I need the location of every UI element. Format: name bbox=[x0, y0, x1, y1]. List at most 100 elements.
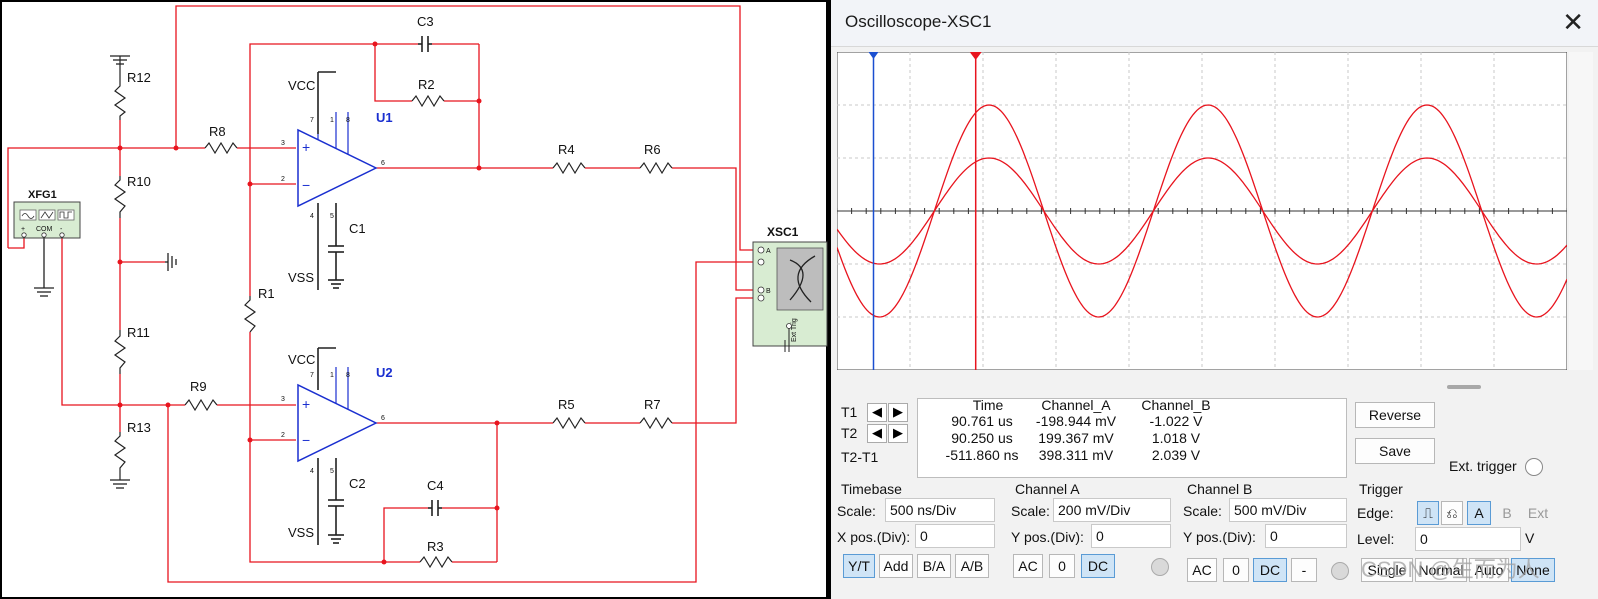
timebase-xpos-field[interactable]: 0 bbox=[915, 524, 995, 548]
trigger-level-unit: V bbox=[1525, 530, 1535, 546]
u1-pin-8: 8 bbox=[346, 117, 350, 124]
channel-b-zero-button[interactable]: 0 bbox=[1223, 558, 1249, 582]
channel-a-ground-icon[interactable] bbox=[1151, 558, 1169, 576]
u2-pin-7: 7 bbox=[310, 372, 314, 379]
label-vss-u2: VSS bbox=[288, 525, 314, 540]
svg-text:+: + bbox=[302, 139, 310, 155]
resize-grip[interactable] bbox=[1447, 385, 1481, 389]
u2-pin-6: 6 bbox=[381, 415, 385, 422]
scope-term-a: A bbox=[766, 248, 771, 255]
oscilloscope-xsc1-symbol[interactable] bbox=[752, 241, 828, 352]
t2-t1-label: T2-T1 bbox=[841, 449, 879, 465]
u1-pin-7: 7 bbox=[310, 117, 314, 124]
diff-channel-b: 2.039 V bbox=[1151, 447, 1201, 463]
u2-pin-2: 2 bbox=[281, 432, 285, 439]
ext-trigger-label: Ext. trigger bbox=[1449, 458, 1517, 474]
channel-a-dc-button[interactable]: DC bbox=[1081, 554, 1115, 578]
label-u2: U2 bbox=[376, 365, 393, 380]
u1-pin-4: 4 bbox=[310, 213, 314, 220]
trigger-title: Trigger bbox=[1359, 481, 1403, 497]
label-c3: C3 bbox=[417, 14, 434, 29]
t2-right-arrow-icon[interactable]: ▶ bbox=[888, 424, 908, 443]
t1-channel-b: -1.022 V bbox=[1149, 413, 1203, 429]
channel-b-dc-button[interactable]: DC bbox=[1253, 558, 1287, 582]
u2-pin-4: 4 bbox=[310, 468, 314, 475]
channel-b-scale-label: Scale: bbox=[1183, 503, 1222, 519]
ext-trigger-terminal[interactable] bbox=[1525, 458, 1543, 476]
u2-pin-1: 1 bbox=[330, 372, 334, 379]
u1-pin-6: 6 bbox=[381, 160, 385, 167]
label-r6: R6 bbox=[644, 142, 661, 157]
u1-pin-3: 3 bbox=[281, 140, 285, 147]
t1-left-arrow-icon[interactable]: ◀ bbox=[867, 403, 887, 422]
gen-term-com: COM bbox=[36, 226, 53, 233]
t1-time: 90.761 us bbox=[951, 413, 1013, 429]
close-icon[interactable]: ✕ bbox=[1562, 8, 1584, 36]
label-xsc1: XSC1 bbox=[767, 225, 799, 239]
label-vcc-u2: VCC bbox=[288, 352, 315, 367]
channel-b-ground-icon[interactable] bbox=[1331, 562, 1349, 580]
t2-channel-b: 1.018 V bbox=[1151, 430, 1201, 446]
scope-term-ext: Ext Trig bbox=[791, 318, 798, 342]
trigger-source-b-button[interactable]: B bbox=[1495, 501, 1519, 525]
timebase-title: Timebase bbox=[841, 481, 902, 497]
channel-a-zero-button[interactable]: 0 bbox=[1049, 554, 1075, 578]
channel-b-scale-field[interactable]: 500 mV/Div bbox=[1229, 498, 1347, 522]
gen-term-plus: + bbox=[21, 226, 25, 233]
falling-edge-icon[interactable]: ⎌ bbox=[1441, 501, 1463, 525]
channel-b-ac-button[interactable]: AC bbox=[1187, 558, 1217, 582]
scope-term-b: B bbox=[766, 288, 771, 295]
oscilloscope-window: Oscilloscope-XSC1 ✕ T1 ◀ ▶ T2 ◀ ▶ T2-T1 … bbox=[828, 0, 1598, 599]
u1-pin-5: 5 bbox=[330, 213, 334, 220]
label-r9: R9 bbox=[190, 379, 207, 394]
reverse-button[interactable]: Reverse bbox=[1355, 402, 1435, 428]
t1-channel-a: -198.944 mV bbox=[1035, 413, 1117, 429]
vertical-scrollbar[interactable] bbox=[1569, 52, 1593, 370]
t2-channel-a: 199.367 mV bbox=[1038, 430, 1114, 446]
label-r5: R5 bbox=[558, 397, 575, 412]
mode-ba-button[interactable]: B/A bbox=[917, 554, 951, 578]
mode-add-button[interactable]: Add bbox=[879, 554, 913, 578]
channel-b-invert-button[interactable]: - bbox=[1291, 558, 1317, 582]
label-c4: C4 bbox=[427, 478, 444, 493]
timebase-scale-field[interactable]: 500 ns/Div bbox=[885, 498, 995, 522]
trigger-level-field[interactable]: 0 bbox=[1415, 527, 1521, 551]
label-xfg1: XFG1 bbox=[28, 189, 57, 201]
timebase-xpos-label: X pos.(Div): bbox=[837, 529, 911, 545]
measurement-table: Time Channel_A Channel_B 90.761 us -198.… bbox=[917, 397, 1347, 478]
t2-time: 90.250 us bbox=[951, 430, 1013, 446]
trigger-level-label: Level: bbox=[1357, 531, 1395, 547]
label-r8: R8 bbox=[209, 124, 226, 139]
channel-a-ac-button[interactable]: AC bbox=[1013, 554, 1043, 578]
channel-b-ypos-field[interactable]: 0 bbox=[1265, 524, 1347, 548]
channel-a-ypos-label: Y pos.(Div): bbox=[1011, 529, 1084, 545]
channel-a-scale-field[interactable]: 200 mV/Div bbox=[1053, 498, 1171, 522]
mode-ab-button[interactable]: A/B bbox=[955, 554, 989, 578]
timebase-scale-label: Scale: bbox=[837, 503, 876, 519]
rising-edge-icon[interactable]: ⎍ bbox=[1417, 501, 1439, 525]
circuit-schematic: + − + − R12 R10 R11 R13 R8 R9 R1 R2 R3 R… bbox=[0, 0, 828, 599]
trigger-source-ext-button[interactable]: Ext bbox=[1523, 501, 1553, 525]
label-r10: R10 bbox=[127, 174, 151, 189]
channel-a-title: Channel A bbox=[1015, 481, 1080, 497]
svg-text:−: − bbox=[302, 432, 310, 448]
window-title: Oscilloscope-XSC1 bbox=[845, 12, 992, 31]
u2-pin-8: 8 bbox=[346, 372, 350, 379]
title-bar[interactable]: Oscilloscope-XSC1 ✕ bbox=[831, 0, 1598, 47]
mode-yt-button[interactable]: Y/T bbox=[843, 554, 875, 578]
label-vcc-u1: VCC bbox=[288, 78, 315, 93]
t2-left-arrow-icon[interactable]: ◀ bbox=[867, 424, 887, 443]
t1-label: T1 bbox=[841, 404, 858, 420]
t1-right-arrow-icon[interactable]: ▶ bbox=[888, 403, 908, 422]
u1-pin-2: 2 bbox=[281, 176, 285, 183]
save-button[interactable]: Save bbox=[1355, 438, 1435, 464]
label-r2: R2 bbox=[418, 77, 435, 92]
channel-a-ypos-field[interactable]: 0 bbox=[1091, 524, 1171, 548]
u2-pin-3: 3 bbox=[281, 396, 285, 403]
label-r11: R11 bbox=[127, 325, 150, 340]
scope-screen[interactable] bbox=[837, 52, 1567, 370]
watermark: CSDN @生而为人 bbox=[1361, 557, 1540, 582]
trigger-source-a-button[interactable]: A bbox=[1467, 501, 1491, 525]
label-vss-u1: VSS bbox=[288, 270, 314, 285]
header-time: Time bbox=[972, 397, 1004, 413]
